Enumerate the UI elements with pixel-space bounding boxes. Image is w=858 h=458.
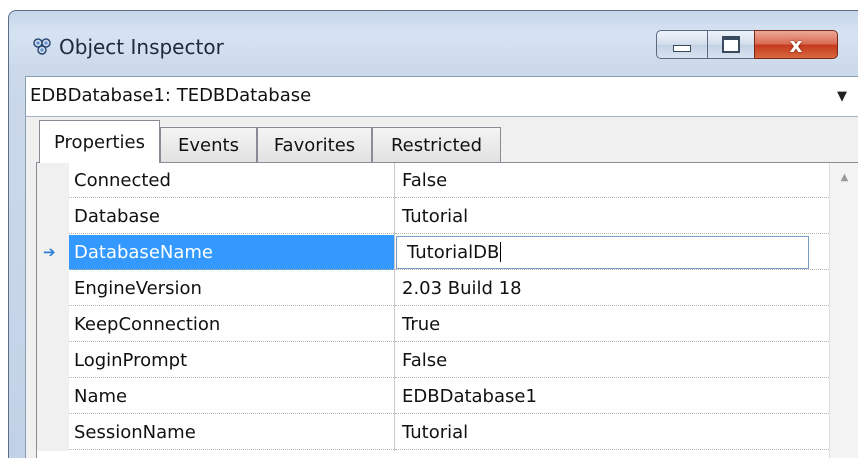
object-inspector-icon bbox=[33, 38, 51, 55]
property-value[interactable]: Tutorial bbox=[395, 415, 831, 450]
row-gutter bbox=[37, 415, 69, 451]
property-row[interactable]: LoginPrompt False bbox=[37, 343, 858, 379]
property-value[interactable]: Tutorial bbox=[395, 199, 831, 234]
property-row[interactable]: KeepConnection True bbox=[37, 307, 858, 343]
tab-properties[interactable]: Properties bbox=[39, 120, 160, 163]
text-caret bbox=[500, 242, 502, 262]
maximize-button[interactable] bbox=[707, 30, 755, 59]
row-gutter bbox=[37, 343, 69, 379]
tab-favorites[interactable]: Favorites bbox=[257, 127, 372, 162]
property-name[interactable]: Database bbox=[69, 199, 394, 234]
inspector-body: EDBDatabase1: TEDBDatabase ▼ Properties … bbox=[25, 76, 858, 458]
property-value[interactable]: False bbox=[395, 343, 831, 378]
object-selector[interactable]: EDBDatabase1: TEDBDatabase ▼ bbox=[26, 77, 858, 117]
property-name[interactable]: DatabaseName bbox=[69, 235, 394, 270]
maximize-icon bbox=[722, 36, 740, 53]
close-button[interactable]: x bbox=[754, 30, 838, 59]
window-title: Object Inspector bbox=[59, 35, 224, 59]
property-value[interactable]: False bbox=[395, 163, 831, 198]
row-gutter bbox=[37, 163, 69, 199]
scroll-up-icon[interactable]: ▲ bbox=[830, 163, 858, 191]
property-value-input[interactable]: TutorialDB bbox=[396, 236, 809, 269]
property-value[interactable]: EDBDatabase1 bbox=[395, 379, 831, 414]
row-gutter: ➔ bbox=[37, 235, 69, 271]
property-name[interactable]: EngineVersion bbox=[69, 271, 394, 306]
vertical-scrollbar[interactable]: ▲ bbox=[829, 163, 858, 458]
property-grid: Connected False Database Tutorial ➔ Data… bbox=[36, 162, 858, 458]
tab-restricted[interactable]: Restricted bbox=[372, 127, 501, 162]
chevron-down-icon[interactable]: ▼ bbox=[825, 77, 858, 116]
row-gutter bbox=[37, 271, 69, 307]
object-inspector-window: Object Inspector x EDBDatabase1: TEDBDat… bbox=[8, 10, 858, 458]
property-name[interactable]: SessionName bbox=[69, 415, 394, 450]
property-name[interactable]: Connected bbox=[69, 163, 394, 198]
property-value[interactable]: 2.03 Build 18 bbox=[395, 271, 831, 306]
current-row-arrow-icon: ➔ bbox=[43, 243, 56, 261]
tab-strip: Properties Events Favorites Restricted bbox=[26, 117, 858, 163]
property-value[interactable]: True bbox=[395, 307, 831, 342]
property-row[interactable]: Name EDBDatabase1 bbox=[37, 379, 858, 415]
property-row[interactable]: SessionName Tutorial bbox=[37, 415, 858, 451]
close-icon: x bbox=[789, 32, 803, 57]
row-gutter bbox=[37, 307, 69, 343]
property-row[interactable]: Database Tutorial bbox=[37, 199, 858, 235]
property-row[interactable]: EngineVersion 2.03 Build 18 bbox=[37, 271, 858, 307]
property-name[interactable]: Name bbox=[69, 379, 394, 414]
property-name[interactable]: KeepConnection bbox=[69, 307, 394, 342]
row-gutter bbox=[37, 379, 69, 415]
property-row[interactable]: Connected False bbox=[37, 163, 858, 199]
property-value-input-text: TutorialDB bbox=[407, 242, 500, 263]
minimize-button[interactable] bbox=[656, 30, 708, 59]
object-selector-value: EDBDatabase1: TEDBDatabase bbox=[30, 85, 312, 106]
row-gutter bbox=[37, 199, 69, 235]
property-row-selected[interactable]: ➔ DatabaseName TutorialDB bbox=[37, 235, 858, 271]
minimize-icon bbox=[673, 45, 691, 52]
tab-events[interactable]: Events bbox=[160, 127, 257, 162]
property-name[interactable]: LoginPrompt bbox=[69, 343, 394, 378]
